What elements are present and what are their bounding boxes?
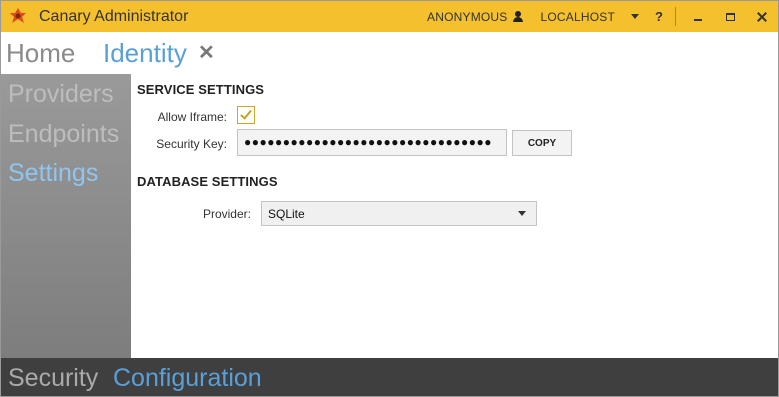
minimize-button[interactable] (682, 1, 714, 32)
title-bar-controls: ANONYMOUS LOCALHOST ? (427, 1, 778, 32)
close-window-button[interactable] (746, 1, 778, 32)
allow-iframe-label: Allow Iframe: (157, 110, 227, 124)
service-settings-heading: SERVICE SETTINGS (137, 82, 265, 97)
security-key-field[interactable]: ●●●●●●●●●●●●●●●●●●●●●●●●●●●●●●●● (237, 129, 507, 156)
close-icon (757, 12, 767, 22)
checkmark-icon (240, 107, 252, 120)
user-icon (512, 11, 523, 22)
provider-label: Provider: (202, 207, 251, 221)
app-window: Canary Administrator ANONYMOUS LOCALHOST… (0, 0, 779, 397)
bottom-bar: Security Configuration (1, 358, 778, 396)
maximize-icon (725, 12, 735, 21)
settings-panel: SERVICE SETTINGS Allow Iframe: Security … (131, 74, 778, 358)
copy-button[interactable]: COPY (512, 130, 572, 156)
bottom-nav-security[interactable]: Security (8, 364, 98, 393)
provider-select[interactable]: SQLite (261, 201, 537, 226)
server-label: LOCALHOST (540, 9, 615, 24)
top-navigation: Home Identity ✕ (1, 32, 778, 74)
security-key-label: Security Key: (156, 137, 227, 151)
close-tab-icon[interactable]: ✕ (198, 40, 215, 65)
title-separator (675, 7, 676, 26)
canary-logo-icon (10, 8, 26, 23)
sidebar-item-providers[interactable]: Providers (8, 80, 114, 109)
database-settings-heading: DATABASE SETTINGS (137, 174, 278, 189)
sidebar-item-settings[interactable]: Settings (8, 159, 98, 188)
sidebar: Providers Endpoints Settings (1, 74, 131, 358)
nav-home[interactable]: Home (6, 38, 75, 69)
provider-select-value: SQLite (268, 207, 305, 221)
bottom-nav-configuration[interactable]: Configuration (113, 364, 262, 393)
user-menu[interactable]: ANONYMOUS (427, 9, 523, 24)
window-title: Canary Administrator (39, 8, 189, 25)
user-label: ANONYMOUS (427, 9, 508, 24)
minimize-icon (694, 18, 702, 21)
sidebar-item-endpoints[interactable]: Endpoints (8, 120, 119, 149)
server-selector[interactable]: LOCALHOST (540, 9, 639, 24)
title-bar[interactable]: Canary Administrator ANONYMOUS LOCALHOST… (1, 1, 778, 32)
nav-identity[interactable]: Identity (103, 38, 187, 69)
chevron-down-icon (518, 211, 526, 216)
allow-iframe-checkbox[interactable] (237, 106, 255, 124)
maximize-button[interactable] (714, 1, 746, 32)
chevron-down-icon (631, 14, 639, 19)
help-button[interactable]: ? (653, 9, 665, 24)
